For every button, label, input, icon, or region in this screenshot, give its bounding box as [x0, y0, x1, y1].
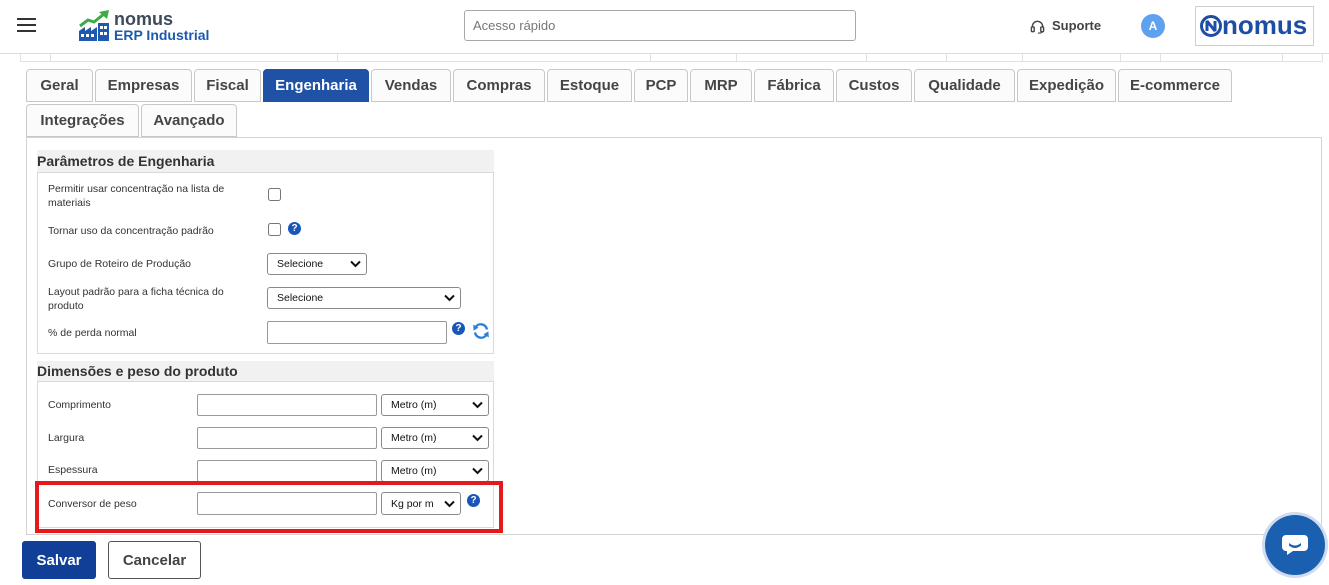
- company-logo-text: nomus: [1222, 10, 1308, 40]
- tab-ecommerce[interactable]: E-commerce: [1118, 69, 1232, 102]
- width-unit-select[interactable]: Metro (m): [381, 427, 489, 449]
- width-input[interactable]: [197, 427, 377, 449]
- logo-product: ERP Industrial: [114, 27, 210, 43]
- allow-concentration-checkbox[interactable]: [268, 188, 281, 201]
- normal-loss-input[interactable]: [267, 321, 447, 344]
- dimensions-section-header: Dimensões e peso do produto: [37, 361, 494, 381]
- default-concentration-label: Tornar uso da concentração padrão: [48, 225, 214, 237]
- logo-brand: nomus: [114, 9, 174, 29]
- weight-converter-unit-select-wrapper: Kg por m: [381, 492, 461, 515]
- tab-geral[interactable]: Geral: [26, 69, 93, 102]
- tab-qualidade[interactable]: Qualidade: [914, 69, 1015, 102]
- menu-icon[interactable]: [17, 18, 36, 32]
- tab-mrp[interactable]: MRP: [690, 69, 752, 102]
- help-icon[interactable]: [288, 222, 301, 235]
- datasheet-layout-select-wrapper: Selecione: [267, 287, 461, 309]
- app-logo[interactable]: nomus ERP Industrial: [78, 9, 210, 43]
- routing-group-label: Grupo de Roteiro de Produção: [48, 258, 192, 270]
- tab-custos[interactable]: Custos: [836, 69, 912, 102]
- default-concentration-checkbox[interactable]: [268, 223, 281, 236]
- cancel-button[interactable]: Cancelar: [108, 541, 201, 579]
- thickness-unit-select-wrapper: Metro (m): [381, 460, 489, 482]
- nomus-n-icon: [1200, 15, 1222, 37]
- weight-converter-unit-select[interactable]: Kg por m: [381, 492, 461, 515]
- chat-widget-button[interactable]: [1265, 515, 1325, 575]
- help-icon[interactable]: [452, 322, 465, 335]
- chat-bubble-icon: [1282, 535, 1308, 555]
- length-unit-select-wrapper: Metro (m): [381, 394, 489, 416]
- tab-empresas[interactable]: Empresas: [95, 69, 192, 102]
- tab-fiscal[interactable]: Fiscal: [194, 69, 261, 102]
- datasheet-layout-label: Layout padrão para a ficha técnica do pr…: [48, 286, 224, 312]
- section-title: Parâmetros de Engenharia: [37, 153, 215, 169]
- length-input[interactable]: [197, 394, 377, 416]
- routing-group-select[interactable]: Selecione: [267, 253, 367, 275]
- engineering-section-header: Parâmetros de Engenharia: [37, 150, 494, 172]
- help-icon[interactable]: [467, 494, 480, 507]
- tab-pcp[interactable]: PCP: [634, 69, 688, 102]
- tab-compras[interactable]: Compras: [453, 69, 545, 102]
- factory-growth-icon: [79, 10, 109, 41]
- company-logo: nomus: [1195, 6, 1314, 46]
- menu-icon-line: [17, 24, 36, 26]
- refresh-icon[interactable]: [472, 322, 490, 340]
- quick-access-input[interactable]: [464, 10, 856, 41]
- support-label: Suporte: [1052, 18, 1102, 33]
- toolbar-strip: [20, 54, 1323, 62]
- avatar[interactable]: A: [1141, 14, 1165, 38]
- length-unit-select[interactable]: Metro (m): [381, 394, 489, 416]
- weight-converter-input[interactable]: [197, 492, 377, 515]
- thickness-unit-select[interactable]: Metro (m): [381, 460, 489, 482]
- width-unit-select-wrapper: Metro (m): [381, 427, 489, 449]
- section-title: Dimensões e peso do produto: [37, 363, 238, 379]
- headset-icon: [1030, 20, 1045, 34]
- tab-expedicao[interactable]: Expedição: [1017, 69, 1116, 102]
- save-button[interactable]: Salvar: [22, 541, 96, 579]
- tab-estoque[interactable]: Estoque: [547, 69, 632, 102]
- normal-loss-label: % de perda normal: [48, 327, 137, 339]
- support-link[interactable]: Suporte: [1030, 17, 1110, 35]
- menu-icon-line: [17, 18, 36, 20]
- top-header: nomus ERP Industrial Suporte A nomus: [0, 0, 1329, 54]
- tab-fabrica[interactable]: Fábrica: [754, 69, 834, 102]
- tab-avancado[interactable]: Avançado: [141, 104, 237, 137]
- datasheet-layout-select[interactable]: Selecione: [267, 287, 461, 309]
- thickness-input[interactable]: [197, 460, 377, 482]
- allow-concentration-label: Permitir usar concentração na lista de m…: [48, 183, 225, 209]
- tab-vendas[interactable]: Vendas: [371, 69, 451, 102]
- tab-integracoes[interactable]: Integrações: [26, 104, 139, 137]
- menu-icon-line: [17, 30, 36, 32]
- routing-group-select-wrapper: Selecione: [267, 253, 367, 275]
- tab-engenharia[interactable]: Engenharia: [263, 69, 369, 102]
